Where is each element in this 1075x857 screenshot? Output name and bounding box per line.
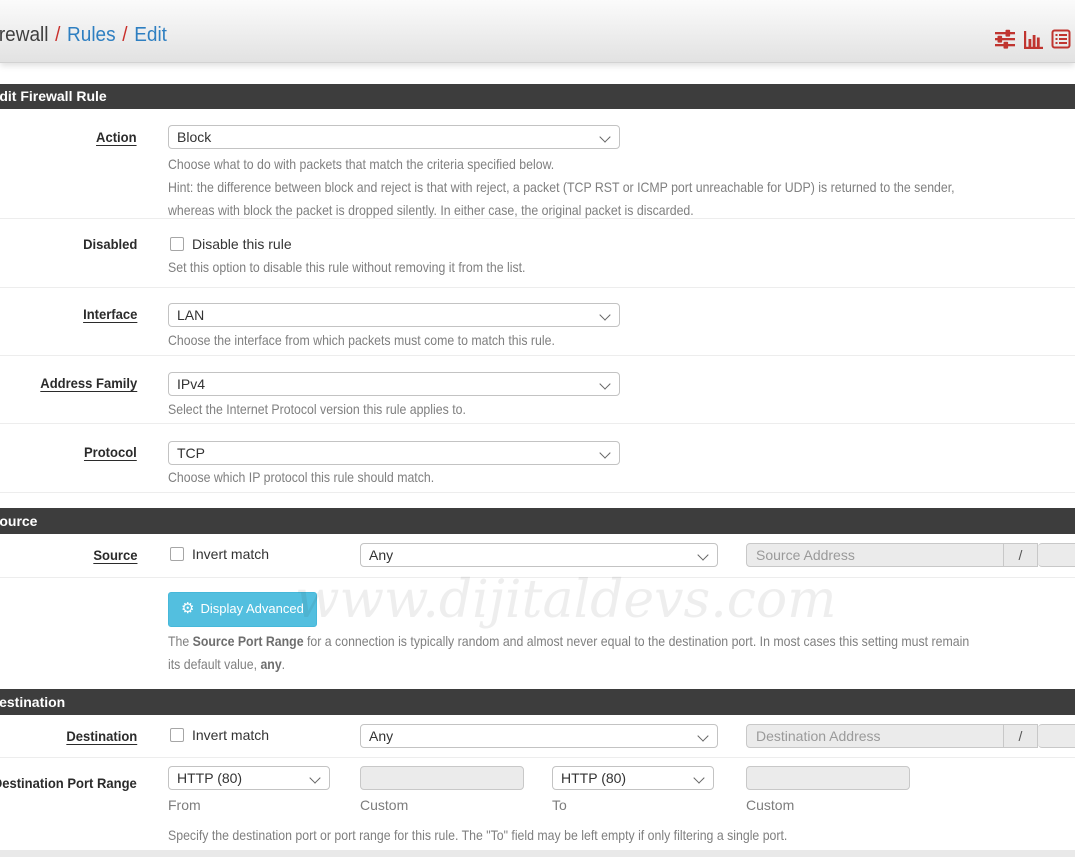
panel-title: Destination bbox=[0, 689, 65, 715]
panel-title: Edit Firewall Rule bbox=[0, 84, 107, 109]
destination-mask-input[interactable] bbox=[1038, 724, 1075, 748]
breadcrumb-link-edit[interactable]: Edit bbox=[134, 24, 167, 46]
interface-help: Choose the interface from which packets … bbox=[168, 332, 555, 348]
source-port-note: The Source Port Range for a connection i… bbox=[168, 630, 969, 676]
breadcrumb-separator: / bbox=[116, 24, 135, 46]
protocol-select[interactable]: TCP bbox=[168, 441, 620, 465]
destination-address-input[interactable] bbox=[746, 724, 1004, 748]
chevron-down-icon bbox=[599, 309, 610, 320]
source-mask-separator: / bbox=[1004, 543, 1038, 567]
disable-rule-checkbox-label: Disable this rule bbox=[192, 236, 292, 252]
address-family-select-value: IPv4 bbox=[177, 376, 205, 392]
display-advanced-button-label: Display Advanced bbox=[200, 601, 303, 616]
gear-icon: ⚙ bbox=[181, 599, 194, 617]
action-select-value: Block bbox=[177, 129, 211, 145]
address-family-label: Address Family bbox=[40, 375, 137, 391]
port-to-select[interactable]: HTTP (80) bbox=[552, 766, 714, 790]
source-invert-label: Invert match bbox=[192, 546, 269, 562]
chevron-down-icon bbox=[309, 772, 320, 783]
chevron-down-icon bbox=[599, 447, 610, 458]
address-family-help: Select the Internet Protocol version thi… bbox=[168, 401, 466, 417]
panel-title: Source bbox=[0, 508, 37, 534]
port-from-select-value: HTTP (80) bbox=[177, 770, 242, 786]
port-from-custom-input[interactable] bbox=[360, 766, 524, 790]
port-custom1-caption: Custom bbox=[360, 797, 408, 813]
pfsense-firewall-edit-page: Firewall/Rules/Edit bbox=[0, 0, 1075, 857]
source-address-input[interactable] bbox=[746, 543, 1004, 567]
panel-header-destination: Destination bbox=[0, 689, 1075, 715]
port-to-custom-input[interactable] bbox=[746, 766, 910, 790]
breadcrumb-separator: / bbox=[48, 24, 67, 46]
panel-header-edit-firewall-rule: Edit Firewall Rule bbox=[0, 84, 1075, 109]
source-label: Source bbox=[93, 547, 137, 563]
chevron-down-icon bbox=[697, 549, 708, 560]
sliders-icon[interactable] bbox=[995, 29, 1015, 49]
action-select[interactable]: Block bbox=[168, 125, 620, 149]
panel-header-source: Source bbox=[0, 508, 1075, 534]
disabled-label: Disabled bbox=[83, 236, 137, 252]
row-divider bbox=[0, 287, 1075, 288]
watermark: www.dijitaldevs.com bbox=[295, 570, 836, 630]
port-custom2-caption: Custom bbox=[746, 797, 794, 813]
chevron-down-icon bbox=[697, 730, 708, 741]
source-type-select-value: Any bbox=[369, 547, 393, 563]
interface-select[interactable]: LAN bbox=[168, 303, 620, 327]
destination-type-select[interactable]: Any bbox=[360, 724, 718, 748]
row-divider bbox=[0, 355, 1075, 356]
chevron-down-icon bbox=[693, 772, 704, 783]
action-label: Action bbox=[96, 129, 137, 145]
chevron-down-icon bbox=[599, 378, 610, 389]
destination-invert-label: Invert match bbox=[192, 727, 269, 743]
breadcrumb-bar: Firewall/Rules/Edit bbox=[0, 0, 1075, 63]
protocol-help: Choose which IP protocol this rule shoul… bbox=[168, 469, 434, 485]
log-icon[interactable] bbox=[1051, 29, 1071, 49]
port-to-caption: To bbox=[552, 797, 567, 813]
port-from-caption: From bbox=[168, 797, 201, 813]
source-mask-input[interactable] bbox=[1038, 543, 1075, 567]
destination-type-select-value: Any bbox=[369, 728, 393, 744]
destination-port-range-label: Destination Port Range bbox=[0, 775, 137, 791]
port-to-select-value: HTTP (80) bbox=[561, 770, 626, 786]
destination-invert-checkbox[interactable] bbox=[170, 728, 184, 742]
interface-select-value: LAN bbox=[177, 307, 204, 323]
disabled-help: Set this option to disable this rule wit… bbox=[168, 259, 525, 275]
protocol-label: Protocol bbox=[84, 444, 137, 460]
section-divider-strip bbox=[0, 850, 1075, 857]
address-family-select[interactable]: IPv4 bbox=[168, 372, 620, 396]
row-divider bbox=[0, 757, 1075, 758]
protocol-select-value: TCP bbox=[177, 445, 205, 461]
row-divider bbox=[0, 218, 1075, 219]
action-help-line: Hint: the difference between block and r… bbox=[168, 176, 955, 199]
breadcrumb-link-rules[interactable]: Rules bbox=[67, 24, 116, 46]
source-invert-checkbox[interactable] bbox=[170, 547, 184, 561]
source-type-select[interactable]: Any bbox=[360, 543, 718, 567]
source-port-note-line: The Source Port Range for a connection i… bbox=[168, 630, 969, 653]
disable-rule-checkbox[interactable] bbox=[170, 237, 184, 251]
interface-label: Interface bbox=[83, 306, 137, 322]
action-help: Choose what to do with packets that matc… bbox=[168, 153, 955, 222]
bar-chart-icon[interactable] bbox=[1023, 29, 1043, 49]
destination-port-help: Specify the destination port or port ran… bbox=[168, 827, 787, 843]
row-divider bbox=[0, 492, 1075, 493]
port-from-select[interactable]: HTTP (80) bbox=[168, 766, 330, 790]
destination-mask-separator: / bbox=[1004, 724, 1038, 748]
breadcrumb: Firewall/Rules/Edit bbox=[0, 24, 167, 47]
display-advanced-button[interactable]: ⚙ Display Advanced bbox=[168, 592, 317, 627]
chevron-down-icon bbox=[599, 131, 610, 142]
row-divider bbox=[0, 423, 1075, 424]
source-port-note-line: its default value, any. bbox=[168, 653, 969, 676]
row-divider bbox=[0, 577, 1075, 578]
destination-label: Destination bbox=[66, 728, 137, 744]
breadcrumb-root: Firewall bbox=[0, 24, 48, 46]
action-help-line: Choose what to do with packets that matc… bbox=[168, 153, 955, 176]
